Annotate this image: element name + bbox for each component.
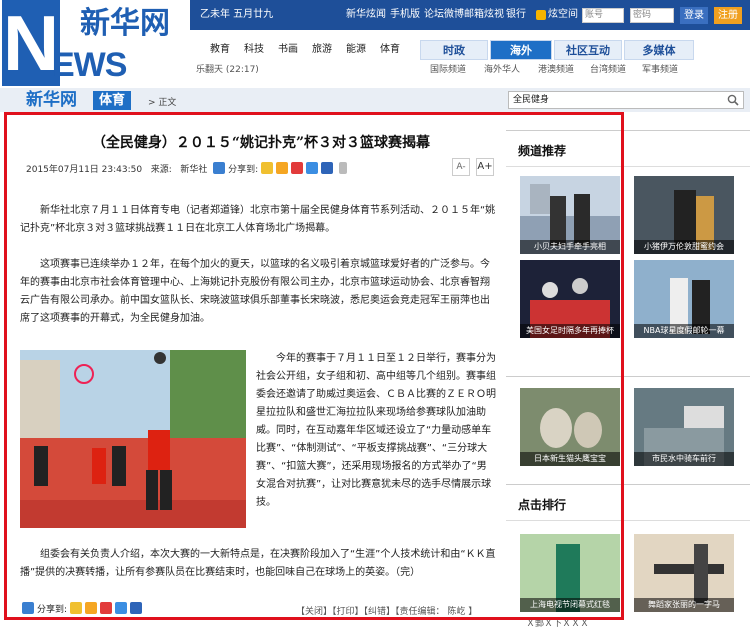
- thumb-6[interactable]: 市民水中骑车前行: [634, 388, 734, 466]
- nav-item-energy[interactable]: 能源: [346, 38, 366, 62]
- sub-nav: 国际频道 海外华人 港澳频道 台湾频道 军事频道: [420, 62, 750, 78]
- star-icon[interactable]: [276, 162, 288, 174]
- sidebar-title-ranking: 点击排行: [518, 498, 567, 512]
- footer-share: 分享到:: [22, 602, 145, 617]
- article-photo: [20, 350, 246, 528]
- footer-star-icon[interactable]: [84, 602, 97, 614]
- search-icon[interactable]: [727, 94, 739, 106]
- password-input[interactable]: 密码: [630, 8, 674, 23]
- subnav-taiwan[interactable]: 台湾频道: [590, 62, 626, 78]
- source-label: 来源:: [150, 165, 172, 175]
- font-increase-button[interactable]: A+: [476, 158, 494, 176]
- thumb-4-caption: NBA球星度假邮轮一幕: [634, 324, 734, 338]
- top-link-mobile[interactable]: 手机版: [390, 0, 420, 30]
- news-ticker[interactable]: 乐翻天 (22:17): [196, 62, 406, 78]
- site-logo-chinese: 新华网: [80, 6, 170, 41]
- thumb-8-caption: 舞蹈家张丽的一字马: [634, 598, 734, 612]
- footer-links[interactable]: 【关闭】【打印】【纠错】【责任编辑： 陈屹 】: [296, 604, 496, 617]
- breadcrumb: > 正文: [148, 98, 177, 108]
- thumb-7[interactable]: 上海电视节闭幕式红毯: [520, 534, 620, 612]
- top-link-xuanshi[interactable]: 炫视: [484, 0, 504, 30]
- thumb-1-caption: 小贝夫妇手牵手亮相: [520, 240, 620, 254]
- thumb-8[interactable]: 舞蹈家张丽的一字马: [634, 534, 734, 612]
- nav-item-travel[interactable]: 旅游: [312, 38, 332, 62]
- site-logo-text: EWS: [52, 46, 127, 84]
- thumb-3[interactable]: 美国女足时隔多年再捧杯: [520, 260, 620, 338]
- footer-weibo-icon[interactable]: [99, 602, 112, 614]
- footer-renren-icon[interactable]: [129, 602, 142, 614]
- sidebar: 频道推荐 小贝夫妇手牵手亮相 小猪伊万伦敦甜蜜约会 美国女足时隔多年再捧杯 NB…: [506, 130, 750, 629]
- tab-multimedia[interactable]: 多媒体: [624, 40, 694, 60]
- more-icon[interactable]: [338, 162, 347, 174]
- thumb-7-caption: 上海电视节闭幕式红毯: [520, 598, 620, 612]
- sidebar-bottom-note: Ｘ鄄Ｘ下ＸＸＸ: [526, 619, 590, 629]
- footer-share-label: 分享到:: [37, 605, 68, 615]
- search-value: 全民健身: [513, 95, 550, 105]
- lunar-date: 乙未年 五月廿九: [200, 9, 274, 20]
- site-name[interactable]: 新华网: [26, 90, 77, 110]
- tab-politics[interactable]: 时政: [420, 40, 488, 60]
- article-paragraph-3: 今年的赛事于７月１１日至１２日举行，赛事分为社会公开组，女子组和初、高中组等几个…: [256, 353, 496, 508]
- article-meta: 2015年07月11日 23:43:50 来源: 新华社 分享到:: [26, 162, 506, 178]
- thumb-2[interactable]: 小猪伊万伦敦甜蜜约会: [634, 176, 734, 254]
- article-paragraph-1: 新华社北京７月１１日体育专电（记者郑道锋）北京市第十届全民健身体育节系列活动、２…: [20, 205, 496, 234]
- article-source: 新华社: [180, 165, 208, 175]
- register-button[interactable]: 注册: [714, 7, 742, 24]
- footer-qzone-icon[interactable]: [69, 602, 82, 614]
- font-decrease-button[interactable]: A-: [452, 158, 470, 176]
- article-paragraph-4: 组委会有关负责人介绍，本次大赛的一大新特点是，在决赛阶段加入了“生涯”个人技术统…: [20, 549, 496, 578]
- thumb-6-caption: 市民水中骑车前行: [634, 452, 734, 466]
- main-nav: 教育 科技 书画 旅游 能源 体育: [196, 38, 406, 62]
- username-input[interactable]: 账号: [582, 8, 624, 23]
- share-plus-icon[interactable]: [213, 162, 226, 174]
- nav-item-sports[interactable]: 体育: [380, 38, 400, 62]
- footer-tencent-icon[interactable]: [114, 602, 127, 614]
- login-button[interactable]: 登录: [680, 7, 708, 24]
- thumb-5[interactable]: 日本新生猫头鹰宝宝: [520, 388, 620, 466]
- top-link-bank[interactable]: 银行: [506, 0, 526, 30]
- top-link-xuanwen[interactable]: 新华炫闻: [346, 0, 386, 30]
- subnav-intl[interactable]: 国际频道: [430, 62, 466, 78]
- subnav-military[interactable]: 军事频道: [642, 62, 678, 78]
- login-link[interactable]: 炫空间: [548, 0, 578, 30]
- nav-item-tech[interactable]: 科技: [244, 38, 264, 62]
- article-paragraph-2: 这项赛事已连续举办１２年，在每个加火的夏天，以篮球的名义吸引着京城篮球爱好者的广…: [20, 259, 490, 324]
- renren-icon[interactable]: [321, 162, 333, 174]
- tab-overseas[interactable]: 海外: [490, 40, 552, 60]
- article-title: （全民健身）２０１５“姚记扑克”杯３对３篮球赛揭幕: [91, 135, 431, 151]
- article-date: 2015年07月11日 23:43:50: [26, 165, 143, 175]
- tencent-icon[interactable]: [306, 162, 318, 174]
- qzone-icon[interactable]: [261, 162, 273, 174]
- thumb-2-caption: 小猪伊万伦敦甜蜜约会: [634, 240, 734, 254]
- sidebar-title-recommend: 频道推荐: [518, 144, 567, 158]
- nav-item-calligraphy[interactable]: 书画: [278, 38, 298, 62]
- weibo-icon[interactable]: [291, 162, 303, 174]
- tab-community[interactable]: 社区互动: [554, 40, 622, 60]
- share-label: 分享到:: [228, 165, 259, 175]
- footer-share-plus-icon[interactable]: [22, 602, 34, 614]
- subnav-overseas-chinese[interactable]: 海外华人: [484, 62, 520, 78]
- top-link-mail[interactable]: 邮箱: [464, 0, 484, 30]
- thumb-4[interactable]: NBA球星度假邮轮一幕: [634, 260, 734, 338]
- channel-name[interactable]: 体育: [93, 91, 131, 110]
- thumb-1[interactable]: 小贝夫妇手牵手亮相: [520, 176, 620, 254]
- subnav-hkmacao[interactable]: 港澳频道: [538, 62, 574, 78]
- nav-item-education[interactable]: 教育: [210, 38, 230, 62]
- top-link-forum[interactable]: 论坛: [424, 0, 444, 30]
- top-bar: 乙未年 五月廿九 新华炫闻 手机版 论坛 微博 邮箱 炫视 银行 炫空间 账号 …: [190, 0, 750, 30]
- thumb-5-caption: 日本新生猫头鹰宝宝: [520, 452, 620, 466]
- search-input[interactable]: 全民健身: [508, 91, 744, 109]
- thumb-3-caption: 美国女足时隔多年再捧杯: [520, 324, 620, 338]
- top-link-weibo[interactable]: 微博: [444, 0, 464, 30]
